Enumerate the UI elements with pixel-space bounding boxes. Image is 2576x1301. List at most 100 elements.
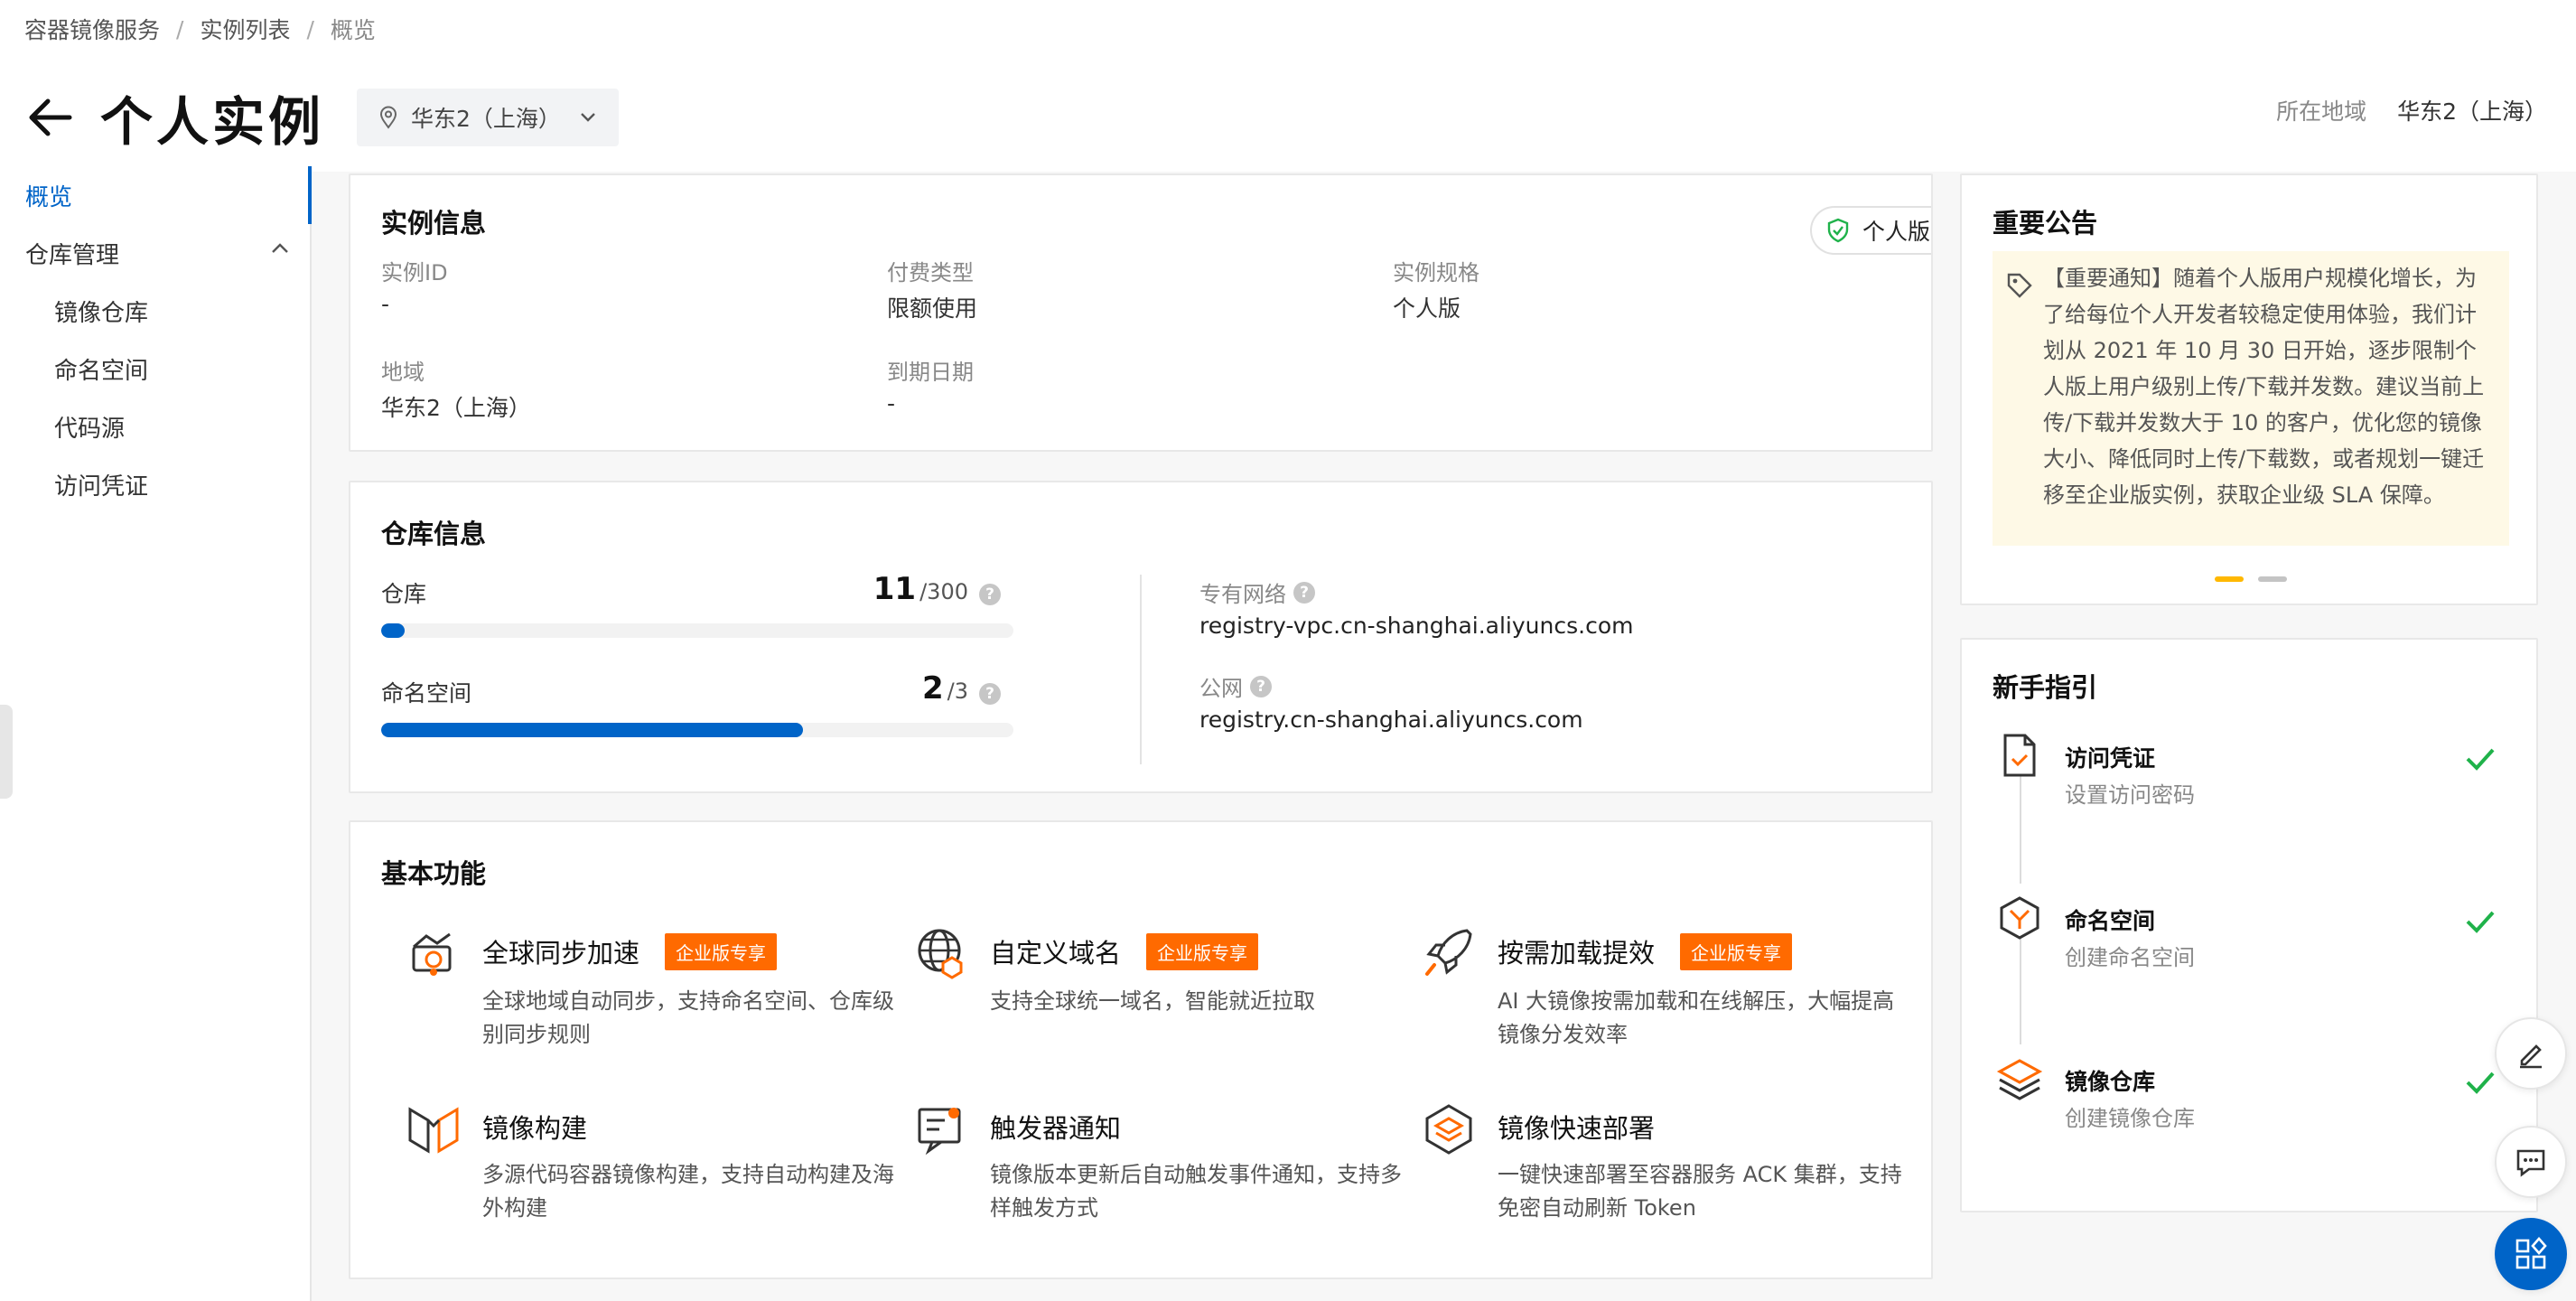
check-icon xyxy=(2466,1072,2495,1094)
breadcrumb: 容器镜像服务 / 实例列表 / 概览 xyxy=(24,13,376,45)
meter-fill-namespaces xyxy=(381,723,803,737)
help-icon[interactable]: ? xyxy=(1250,675,1272,697)
layers-icon xyxy=(1996,1059,2043,1100)
sidebar-item-label: 镜像仓库 xyxy=(54,299,149,327)
sidebar-item-label: 代码源 xyxy=(54,415,126,443)
field-value-expiry-date: - xyxy=(887,390,896,417)
field-label-instance-spec: 实例规格 xyxy=(1393,260,1479,285)
instance-info-title: 实例信息 xyxy=(381,208,487,239)
feature-name: 镜像构建 xyxy=(482,1113,588,1144)
field-value-instance-id: - xyxy=(381,291,390,317)
sidebar-item-label: 仓库管理 xyxy=(25,241,120,269)
region-info-value: 华东2（上海） xyxy=(2397,98,2547,125)
check-icon xyxy=(2466,748,2495,771)
enterprise-tag: 企业版专享 xyxy=(1146,932,1259,970)
region-select[interactable]: 华东2（上海） xyxy=(357,89,620,146)
apps-float-button[interactable] xyxy=(2495,1218,2567,1290)
sidebar-item-code-source[interactable]: 代码源 xyxy=(0,398,310,455)
network-label-vpc-text: 专有网络 xyxy=(1199,582,1286,607)
page: 容器镜像服务 / 实例列表 / 概览 个人实例 华东2（上海） 所在地域 华东2… xyxy=(0,0,2576,1301)
guide-connector xyxy=(2020,938,2021,1044)
field-value-billing-type: 限额使用 xyxy=(887,295,978,322)
region-info-label: 所在地域 xyxy=(2276,98,2367,125)
sidebar-collapse-handle[interactable] xyxy=(0,705,13,799)
breadcrumb-item-overview: 概览 xyxy=(330,17,376,43)
shield-check-icon xyxy=(1827,218,1849,243)
chevron-down-icon xyxy=(581,113,595,122)
header: 容器镜像服务 / 实例列表 / 概览 个人实例 华东2（上海） 所在地域 华东2… xyxy=(0,0,2576,172)
feature-custom-domain[interactable]: 自定义域名 企业版专享 xyxy=(990,932,1259,970)
build-icon xyxy=(408,1107,459,1154)
feature-image-build[interactable]: 镜像构建 xyxy=(482,1108,587,1146)
field-value-instance-spec: 个人版 xyxy=(1393,295,1461,322)
guide-connector xyxy=(2020,775,2021,884)
meter-used-repos: 11 xyxy=(873,571,917,607)
chat-icon xyxy=(2516,1149,2545,1177)
feature-name: 镜像快速部署 xyxy=(1498,1113,1656,1144)
meter-bar-repos xyxy=(381,623,1013,638)
repo-info-card: 仓库信息 仓库 11 /300 ? 命名空间 2 /3 ? 专有网络 ? reg… xyxy=(349,481,1933,793)
document-key-icon xyxy=(2003,734,2036,777)
network-value-vpc[interactable]: registry-vpc.cn-shanghai.aliyuncs.com xyxy=(1199,613,1633,639)
check-icon xyxy=(2466,911,2495,933)
feature-on-demand-load[interactable]: 按需加载提效 企业版专享 xyxy=(1498,932,1793,970)
enterprise-tag: 企业版专享 xyxy=(665,932,778,970)
sidebar-item-overview[interactable]: 概览 xyxy=(0,166,312,224)
carousel-dot[interactable] xyxy=(2258,576,2287,582)
guide-card: 新手指引 访问凭证 设置访问密码 命名空间 创建命名空间 镜像仓库 创建镜像仓库 xyxy=(1960,638,2538,1212)
carousel-dot-active[interactable] xyxy=(2215,576,2244,582)
tag-icon xyxy=(2007,273,2032,298)
chevron-up-icon xyxy=(272,243,288,253)
feature-global-sync[interactable]: 全球同步加速 企业版专享 xyxy=(482,932,778,970)
guide-step-namespace[interactable]: 命名空间 xyxy=(2065,903,2155,936)
feature-trigger-notify[interactable]: 触发器通知 xyxy=(990,1108,1121,1146)
notice-text: 【重要通知】随着个人版用户规模化增长，为了给每位个人开发者较稳定使用体验，我们计… xyxy=(2043,266,2485,508)
meter-used-namespaces: 2 xyxy=(921,670,944,707)
sidebar-item-repo-management[interactable]: 仓库管理 xyxy=(0,224,310,282)
breadcrumb-separator: / xyxy=(176,15,184,42)
pen-icon xyxy=(2520,1044,2542,1069)
notice-title: 重要公告 xyxy=(1993,208,2098,239)
sidebar-item-access-credentials[interactable]: 访问凭证 xyxy=(0,455,310,513)
sidebar-item-image-repos[interactable]: 镜像仓库 xyxy=(0,282,310,340)
meter-fill-repos xyxy=(381,623,405,638)
guide-step-sub: 设置访问密码 xyxy=(2065,782,2195,808)
network-label-public: 公网 ? xyxy=(1199,670,1272,702)
edit-float-button[interactable] xyxy=(2495,1017,2567,1090)
breadcrumb-item-registry[interactable]: 容器镜像服务 xyxy=(24,13,160,45)
meter-total-repos: /300 xyxy=(919,579,968,604)
feature-desc: 全球地域自动同步，支持命名空间、仓库级别同步规则 xyxy=(482,988,894,1047)
feature-desc: 多源代码容器镜像构建，支持自动构建及海外构建 xyxy=(482,1162,894,1221)
field-label-region: 地域 xyxy=(381,360,425,385)
global-sync-icon xyxy=(412,932,452,976)
sidebar-item-label: 访问凭证 xyxy=(54,473,149,501)
meter-label-namespaces: 命名空间 xyxy=(381,680,472,707)
basic-features-title: 基本功能 xyxy=(381,858,487,889)
notice-card: 重要公告 【重要通知】随着个人版用户规模化增长，为了给每位个人开发者较稳定使用体… xyxy=(1960,173,2538,605)
sidebar-item-label: 概览 xyxy=(25,183,73,211)
trigger-icon xyxy=(918,1108,961,1156)
page-title: 个人实例 xyxy=(100,91,325,153)
instance-info-card: 实例信息 个人版 实例ID - 付费类型 限额使用 实例规格 个人版 地域 华东… xyxy=(349,173,1933,452)
help-icon[interactable]: ? xyxy=(979,683,1001,705)
breadcrumb-separator: / xyxy=(306,15,314,42)
sidebar-item-namespaces[interactable]: 命名空间 xyxy=(0,340,310,398)
feature-quick-deploy[interactable]: 镜像快速部署 xyxy=(1498,1108,1655,1146)
feature-name: 自定义域名 xyxy=(990,938,1122,969)
feature-desc: AI 大镜像按需加载和在线解压，大幅提高镜像分发效率 xyxy=(1498,988,1895,1047)
breadcrumb-item-instances[interactable]: 实例列表 xyxy=(200,13,290,45)
guide-step-repo[interactable]: 镜像仓库 xyxy=(2065,1064,2155,1097)
region-info: 所在地域 华东2（上海） xyxy=(2276,94,2547,126)
field-value-region: 华东2（上海） xyxy=(381,395,531,421)
repo-info-title: 仓库信息 xyxy=(381,519,487,549)
guide-step-credentials[interactable]: 访问凭证 xyxy=(2065,741,2155,773)
help-icon[interactable]: ? xyxy=(1293,581,1315,604)
network-value-public[interactable]: registry.cn-shanghai.aliyuncs.com xyxy=(1199,707,1583,733)
feature-name: 全球同步加速 xyxy=(482,938,640,969)
feature-name: 按需加载提效 xyxy=(1498,938,1656,969)
chat-float-button[interactable] xyxy=(2495,1126,2567,1198)
back-arrow-icon[interactable] xyxy=(24,92,75,143)
field-label-expiry-date: 到期日期 xyxy=(887,360,974,385)
help-icon[interactable]: ? xyxy=(979,584,1001,605)
meter-label-repos: 仓库 xyxy=(381,581,427,607)
